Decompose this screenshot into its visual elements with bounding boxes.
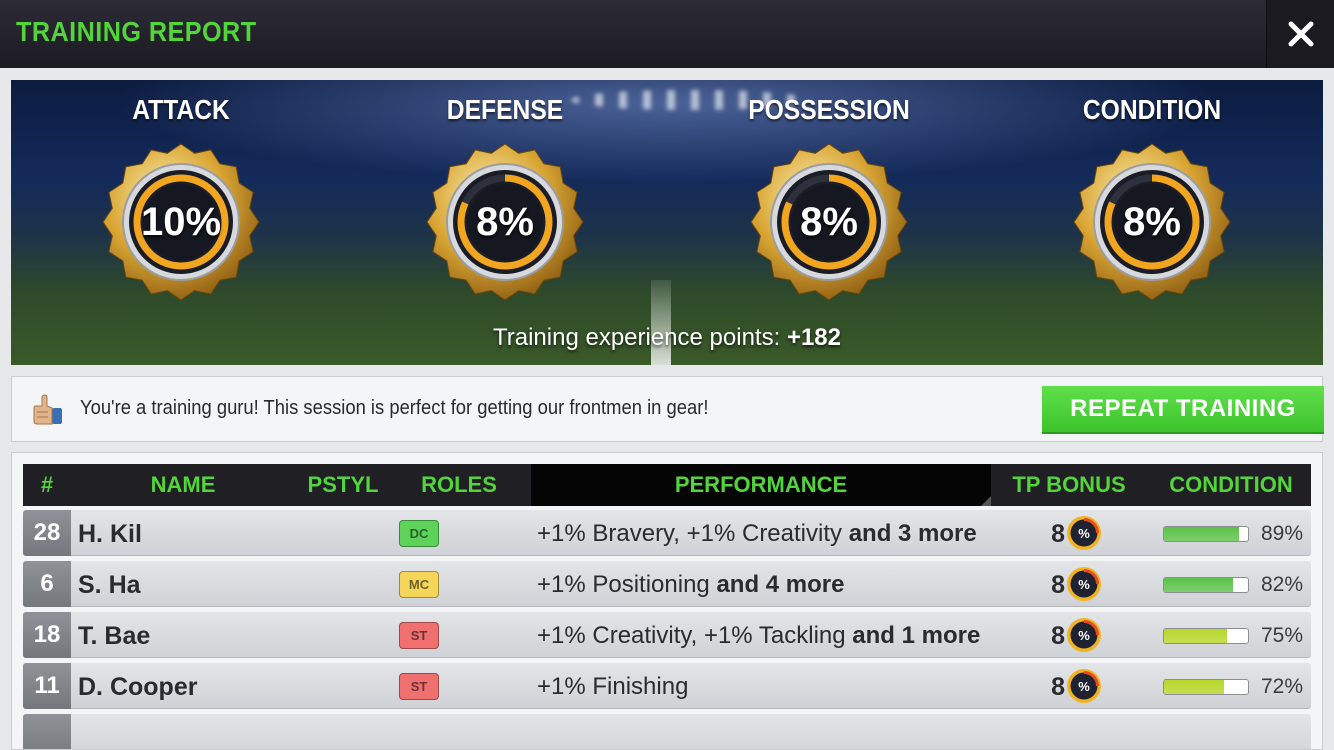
tp-bonus-value: 8 xyxy=(1051,622,1065,650)
performance-gains: +1% Bravery, +1% Creativity xyxy=(537,520,843,547)
player-number: 18 xyxy=(23,612,71,658)
percent-gauge-icon: % xyxy=(1067,516,1101,550)
tp-bonus-value: 8 xyxy=(1051,571,1065,599)
thumbs-up-icon xyxy=(33,394,62,425)
condition-bar-fill xyxy=(1164,578,1233,592)
performance-more: and 1 more xyxy=(852,622,981,649)
condition-bar-fill xyxy=(1164,629,1227,643)
table-row[interactable]: 28 H. Kil DC +1% Bravery, +1% Creativity… xyxy=(23,510,1311,556)
stat-label: ATTACK xyxy=(132,94,230,125)
title-bar: TRAINING REPORT xyxy=(0,0,1334,68)
player-number: 6 xyxy=(23,561,71,607)
stat-label: CONDITION xyxy=(1082,94,1222,125)
performance-text: +1% Bravery, +1% Creativity and 3 more xyxy=(537,510,977,556)
svg-text:%: % xyxy=(1078,628,1090,643)
stat-value: 8% xyxy=(800,199,858,244)
xp-label: Training experience points: xyxy=(492,324,781,351)
svg-text:%: % xyxy=(1078,526,1090,541)
player-name: H. Kil xyxy=(78,520,142,548)
condition-value: 72% xyxy=(1260,675,1303,698)
performance-gains: +1% Positioning xyxy=(537,571,710,598)
performance-gains: +1% Creativity, +1% Tackling xyxy=(537,622,846,649)
player-number xyxy=(23,714,71,749)
performance-text: +1% Finishing xyxy=(537,663,688,709)
col-header-performance[interactable]: PERFORMANCE xyxy=(531,464,991,506)
svg-text:%: % xyxy=(1078,679,1090,694)
condition-bar xyxy=(1163,628,1249,644)
svg-text:%: % xyxy=(1078,577,1090,592)
role-badge: ST xyxy=(399,673,439,700)
role-badge: MC xyxy=(399,571,439,598)
table-row[interactable]: 6 S. Ha MC +1% Positioning and 4 more 8 … xyxy=(23,561,1311,607)
player-name: S. Ha xyxy=(78,571,141,599)
player-number: 28 xyxy=(23,510,71,556)
condition-value: 82% xyxy=(1260,573,1303,596)
table-header: # NAME PSTYL ROLES PERFORMANCE TP BONUS … xyxy=(23,464,1311,506)
player-name: D. Cooper xyxy=(78,673,198,701)
player-number: 11 xyxy=(23,663,71,709)
col-header-num[interactable]: # xyxy=(23,464,71,506)
repeat-training-button[interactable]: REPEAT TRAINING xyxy=(1042,386,1324,434)
stat-label: POSSESSION xyxy=(748,94,910,125)
condition-bar xyxy=(1163,679,1249,695)
col-header-pstyl[interactable]: PSTYL xyxy=(293,464,393,506)
stat-label: DEFENSE xyxy=(446,94,564,125)
stat-value: 8% xyxy=(476,199,534,244)
percent-gauge-icon: % xyxy=(1067,567,1101,601)
performance-more: and 3 more xyxy=(848,520,977,547)
condition-bar xyxy=(1163,577,1249,593)
condition-bar xyxy=(1163,526,1249,542)
stadium-banner: ATTACK 10% DEFENSE 8% POSSESSION 8% COND… xyxy=(11,80,1323,365)
col-header-roles[interactable]: ROLES xyxy=(409,464,509,506)
condition-value: 89% xyxy=(1260,522,1303,545)
percent-gauge-icon: % xyxy=(1067,669,1101,703)
training-xp: Training experience points: +182 xyxy=(11,324,1323,352)
performance-text: +1% Positioning and 4 more xyxy=(537,561,845,607)
percent-gauge-icon: % xyxy=(1067,618,1101,652)
stat-value: 8% xyxy=(1123,199,1181,244)
role-badge: ST xyxy=(399,622,439,649)
coach-message-bar: You're a training guru! This session is … xyxy=(11,376,1324,442)
performance-more: and 4 more xyxy=(716,571,845,598)
condition-bar-fill xyxy=(1164,527,1239,541)
col-header-tp-bonus[interactable]: TP BONUS xyxy=(995,464,1143,506)
performance-text: +1% Creativity, +1% Tackling and 1 more xyxy=(537,612,980,658)
close-icon xyxy=(1288,21,1313,47)
players-table: # NAME PSTYL ROLES PERFORMANCE TP BONUS … xyxy=(11,452,1323,750)
tp-bonus-value: 8 xyxy=(1051,520,1065,548)
stat-value: 10% xyxy=(140,199,222,244)
condition-bar-fill xyxy=(1164,680,1225,694)
role-badge: DC xyxy=(399,520,439,547)
col-header-name[interactable]: NAME xyxy=(123,464,243,506)
page-title: TRAINING REPORT xyxy=(16,16,257,47)
table-row-partial[interactable] xyxy=(23,714,1311,749)
close-button[interactable] xyxy=(1266,0,1334,68)
tp-bonus-value: 8 xyxy=(1051,673,1065,701)
col-header-condition[interactable]: CONDITION xyxy=(1151,464,1311,506)
field-line xyxy=(651,280,671,365)
condition-value: 75% xyxy=(1260,624,1303,647)
table-row[interactable]: 11 D. Cooper ST +1% Finishing 8 % 72% xyxy=(23,663,1311,709)
player-name: T. Bae xyxy=(78,622,151,650)
performance-gains: +1% Finishing xyxy=(537,673,689,700)
xp-value: +182 xyxy=(786,324,841,351)
report-content: ATTACK 10% DEFENSE 8% POSSESSION 8% COND… xyxy=(0,68,1334,750)
coach-message: You're a training guru! This session is … xyxy=(80,397,709,419)
table-row[interactable]: 18 T. Bae ST +1% Creativity, +1% Tacklin… xyxy=(23,612,1311,658)
